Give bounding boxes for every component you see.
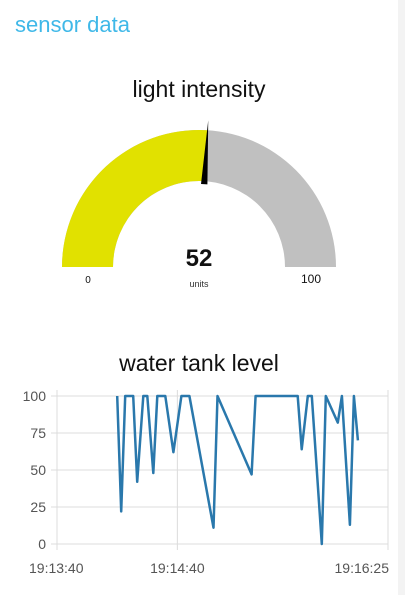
y-tick-label: 50 (30, 462, 46, 478)
x-tick-label: 19:14:40 (150, 560, 205, 576)
gauge-title: light intensity (132, 76, 266, 102)
gauge-max-label: 100 (301, 272, 321, 286)
gauge-value: 52 (186, 245, 213, 272)
y-tick-label: 75 (30, 425, 46, 441)
gauge-min-label: 0 (85, 275, 91, 286)
gauge: 52 units 0 100 (62, 120, 336, 289)
x-tick-label: 19:13:40 (29, 560, 84, 576)
y-tick-label: 100 (23, 388, 47, 404)
x-tick-label: 19:16:25 (335, 560, 390, 576)
line-chart: 0 25 50 75 100 19:13:40 19:14:40 19:16:25 (23, 388, 390, 576)
chart-title: water tank level (119, 350, 279, 376)
y-tick-label: 25 (30, 499, 46, 515)
y-tick-label: 0 (38, 536, 46, 552)
x-axis-ticks: 19:13:40 19:14:40 19:16:25 (29, 560, 389, 576)
gauge-units: units (189, 279, 209, 289)
group-title: sensor data (15, 12, 130, 37)
chart-grid (51, 390, 389, 550)
scrollbar-track[interactable] (398, 0, 405, 595)
y-axis-ticks: 0 25 50 75 100 (23, 388, 47, 552)
